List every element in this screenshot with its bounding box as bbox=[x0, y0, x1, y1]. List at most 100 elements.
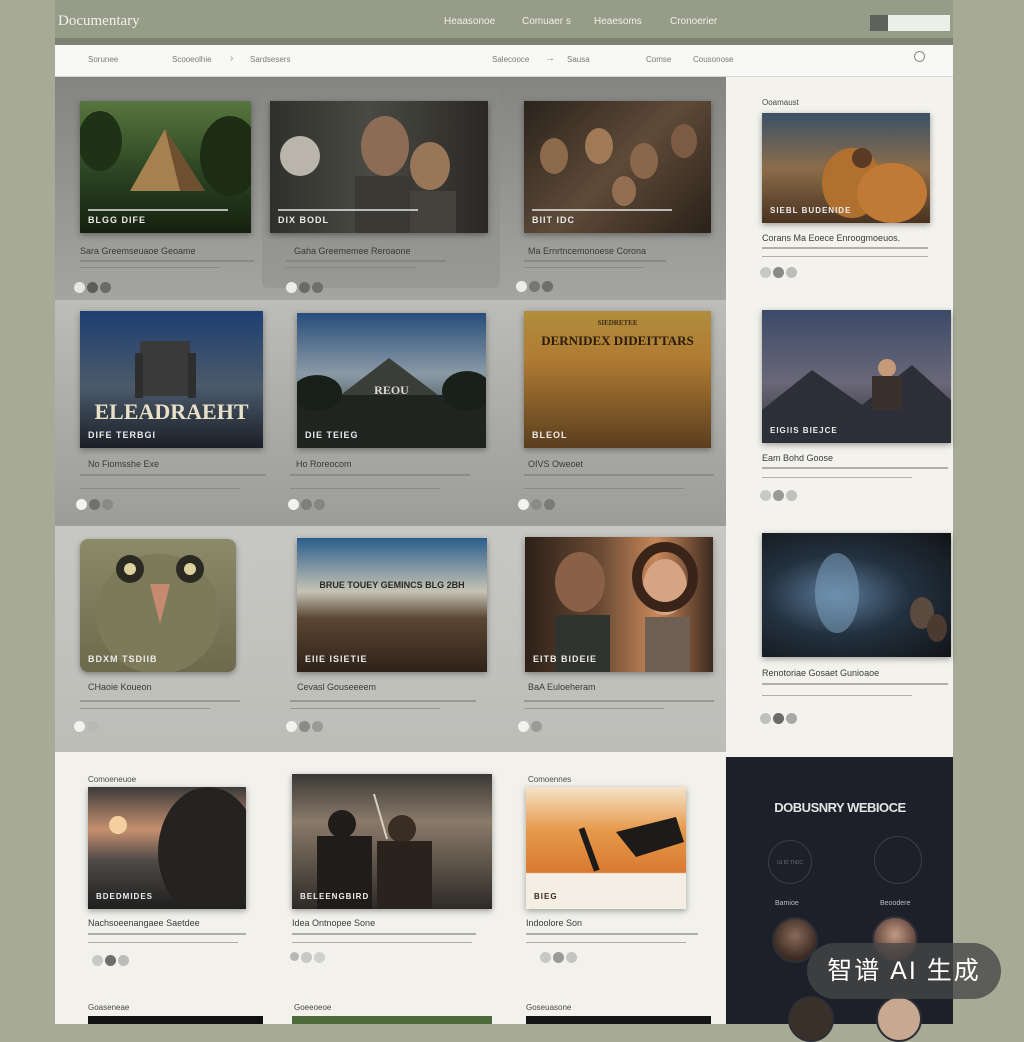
share-icon[interactable] bbox=[786, 713, 797, 724]
card-4-icons[interactable] bbox=[76, 499, 113, 510]
card-3-title[interactable]: Ma Ernrtncemonoese Corona bbox=[528, 246, 646, 256]
like-icon[interactable] bbox=[74, 282, 85, 293]
card-2-title[interactable]: Gaha Greememee Reroaone bbox=[294, 246, 411, 256]
sidebar-item-2-thumbnail[interactable]: EIGIIS BIEJCE bbox=[762, 310, 951, 443]
next-card-2-thumbnail[interactable] bbox=[292, 1016, 492, 1024]
share-icon[interactable] bbox=[566, 952, 577, 963]
bottom-card-1-icons[interactable] bbox=[92, 955, 129, 966]
like-icon[interactable] bbox=[516, 281, 527, 292]
comment-icon[interactable] bbox=[89, 499, 100, 510]
nav-item-3[interactable]: Sardsesers bbox=[250, 55, 290, 64]
card-5-thumbnail[interactable]: REOU DIE TEIEG bbox=[297, 313, 486, 448]
site-logo[interactable]: Documentary bbox=[58, 13, 140, 30]
next-card-3-thumbnail[interactable] bbox=[526, 1016, 711, 1024]
card-3-thumbnail[interactable]: BIIT IDC bbox=[524, 101, 711, 233]
top-nav-item-4[interactable]: Cronoerier bbox=[670, 16, 717, 27]
bottom-card-2-icons[interactable] bbox=[290, 952, 325, 963]
nav-item-2[interactable]: Scooeolhie bbox=[172, 55, 212, 64]
like-icon[interactable] bbox=[76, 499, 87, 510]
share-icon[interactable] bbox=[786, 267, 797, 278]
share-icon[interactable] bbox=[786, 490, 797, 501]
share-icon[interactable] bbox=[100, 282, 111, 293]
menu-button[interactable] bbox=[870, 15, 888, 31]
nav-item-5[interactable]: Sausa bbox=[567, 55, 590, 64]
sidebar-item-1-title[interactable]: Corans Ma Eoece Enroogmoeuos. bbox=[762, 233, 900, 243]
nav-item-1[interactable]: Sorunee bbox=[88, 55, 118, 64]
comment-icon[interactable] bbox=[773, 490, 784, 501]
sidebar-item-2-icons[interactable] bbox=[760, 490, 797, 501]
like-icon[interactable] bbox=[286, 721, 297, 732]
nav-item-4[interactable]: Salecooce bbox=[492, 55, 529, 64]
top-nav-item-1[interactable]: Heaasonoe bbox=[444, 16, 495, 27]
cta-button[interactable] bbox=[888, 15, 950, 31]
card-7-icons[interactable] bbox=[74, 721, 98, 732]
card-1-thumbnail[interactable]: BLGG DIFE bbox=[80, 101, 251, 233]
share-icon[interactable] bbox=[102, 499, 113, 510]
like-icon[interactable] bbox=[74, 721, 85, 732]
bottom-card-3-thumbnail[interactable]: BIEG bbox=[526, 787, 686, 909]
sidebar-item-3-title[interactable]: Renotoriae Gosaet Gunioaoe bbox=[762, 668, 879, 678]
card-2-thumbnail[interactable]: DIX BODL bbox=[270, 101, 488, 233]
nav-item-6[interactable]: Comse bbox=[646, 55, 671, 64]
comment-icon[interactable] bbox=[299, 282, 310, 293]
top-nav-item-3[interactable]: Heaesoms bbox=[594, 16, 642, 27]
card-5-icons[interactable] bbox=[288, 499, 325, 510]
share-icon[interactable] bbox=[118, 955, 129, 966]
comment-icon[interactable] bbox=[773, 713, 784, 724]
share-icon[interactable] bbox=[312, 721, 323, 732]
bottom-card-2-title[interactable]: Idea Ontnopee Sone bbox=[292, 918, 375, 928]
card-3-icons[interactable] bbox=[516, 281, 553, 292]
card-8-icons[interactable] bbox=[286, 721, 323, 732]
card-8-title[interactable]: Cevasl Gouseeeem bbox=[297, 682, 376, 692]
comment-icon[interactable] bbox=[531, 721, 542, 732]
card-5-title[interactable]: Ho Roreocom bbox=[296, 459, 352, 469]
card-4-thumbnail[interactable]: ELEADRAEHT DIFE TERBGI bbox=[80, 311, 263, 448]
like-icon[interactable] bbox=[290, 952, 299, 961]
share-icon[interactable] bbox=[312, 282, 323, 293]
comment-icon[interactable] bbox=[301, 499, 312, 510]
like-icon[interactable] bbox=[760, 267, 771, 278]
card-1-title[interactable]: Sara Greemseuaoe Geoame bbox=[80, 246, 196, 256]
sidebar-item-3-thumbnail[interactable] bbox=[762, 533, 951, 657]
card-6-title[interactable]: OIVS Oweoet bbox=[528, 459, 583, 469]
share-icon[interactable] bbox=[542, 281, 553, 292]
bottom-card-3-icons[interactable] bbox=[540, 952, 577, 963]
like-icon[interactable] bbox=[760, 713, 771, 724]
comment-icon[interactable] bbox=[87, 282, 98, 293]
comment-icon[interactable] bbox=[553, 952, 564, 963]
bottom-card-2-thumbnail[interactable]: BELEENGBIRD bbox=[292, 774, 492, 909]
comment-icon[interactable] bbox=[301, 952, 312, 963]
like-icon[interactable] bbox=[286, 282, 297, 293]
share-icon[interactable] bbox=[314, 499, 325, 510]
card-6-thumbnail[interactable]: SIEDRETEE DERNIDEX DIDEITTARS BLEOL bbox=[524, 311, 711, 448]
sidebar-item-1-thumbnail[interactable]: SIEBL BUDENIDE bbox=[762, 113, 930, 223]
card-4-title[interactable]: No Fiomsshe Exe bbox=[88, 459, 159, 469]
like-icon[interactable] bbox=[760, 490, 771, 501]
sidebar-item-2-title[interactable]: Eam Bohd Goose bbox=[762, 453, 833, 463]
like-icon[interactable] bbox=[518, 499, 529, 510]
like-icon[interactable] bbox=[288, 499, 299, 510]
card-9-thumbnail[interactable]: EITB BIDEIE bbox=[525, 537, 713, 672]
comment-icon[interactable] bbox=[299, 721, 310, 732]
card-9-title[interactable]: BaA Euloeheram bbox=[528, 682, 596, 692]
card-8-thumbnail[interactable]: BRUE TOUEY GEMINCS BLG 2BH EIIE ISIETIE bbox=[297, 538, 487, 672]
sidebar-item-1-icons[interactable] bbox=[760, 267, 797, 278]
card-1-icons[interactable] bbox=[74, 282, 111, 293]
card-6-icons[interactable] bbox=[518, 499, 555, 510]
sidebar-item-3-icons[interactable] bbox=[760, 713, 797, 724]
avatar[interactable] bbox=[788, 996, 834, 1042]
comment-icon[interactable] bbox=[529, 281, 540, 292]
like-icon[interactable] bbox=[518, 721, 529, 732]
nav-item-7[interactable]: Cousonose bbox=[693, 55, 733, 64]
like-icon[interactable] bbox=[540, 952, 551, 963]
next-card-1-thumbnail[interactable] bbox=[88, 1016, 263, 1024]
card-2-icons[interactable] bbox=[286, 282, 323, 293]
search-icon[interactable] bbox=[914, 51, 925, 62]
share-icon[interactable] bbox=[544, 499, 555, 510]
like-icon[interactable] bbox=[92, 955, 103, 966]
comment-icon[interactable] bbox=[105, 955, 116, 966]
bottom-card-1-thumbnail[interactable]: BDEDMIDES bbox=[88, 787, 246, 909]
comment-icon[interactable] bbox=[87, 721, 98, 732]
card-7-thumbnail[interactable]: BDXM TSDIIB bbox=[80, 539, 236, 672]
bottom-card-1-title[interactable]: Nachsoeenangaee Saetdee bbox=[88, 918, 200, 928]
